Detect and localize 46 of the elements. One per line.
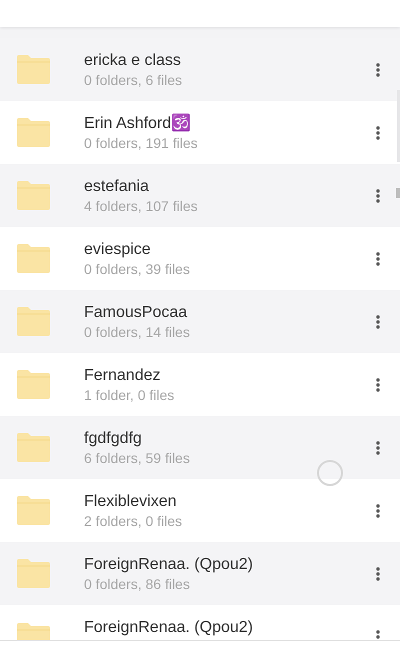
more-icon [376,314,380,328]
folder-name: ForeignRenaa. (Qpou2) [84,554,254,574]
folder-name: Erin Ashford🕉 [84,114,192,134]
folder-icon [17,559,50,588]
folder-name: fgdfgdfg [84,428,143,448]
folder-details: 0 folders, 191 files [84,134,199,152]
more-icon [376,504,380,518]
folder-name: estefania [84,176,150,196]
folder-details: 2 folders, 0 files [84,512,184,530]
folder-icon [17,181,50,210]
more-icon [376,62,380,76]
more-icon [376,126,380,140]
folder-row[interactable]: ForeignRenaa. (Qpou2) [0,605,400,640]
folder-icon [17,307,50,336]
folder-icon [17,370,50,399]
folder-details: 0 folders, 86 files [84,574,191,592]
folder-name: eviespice [84,240,152,260]
folder-row[interactable]: Fernandez 1 folder, 0 files [0,353,400,416]
folder-details: 6 folders, 59 files [84,448,191,466]
folder-row[interactable]: Flexiblevixen 2 folders, 0 files [0,479,400,542]
folder-details: 0 folders, 14 files [84,322,191,340]
folder-icon [17,244,50,273]
folder-details: 0 folders, 6 files [84,70,184,88]
folder-row[interactable]: eviespice 0 folders, 39 files [0,227,400,290]
folder-name: Flexiblevixen [84,492,178,512]
more-icon [376,378,380,392]
scroll-thumb [396,188,400,198]
more-icon [376,566,380,580]
folder-name: Fernandez [84,366,162,386]
folder-icon [17,55,50,84]
folder-name: ericka e class [84,50,182,70]
folder-name: FamousPocaa [84,302,188,322]
folder-icon [17,496,50,525]
folder-details: 0 folders, 39 files [84,260,191,278]
more-icon [376,630,380,639]
touch-indicator [317,460,343,486]
folder-name: ForeignRenaa. (Qpou2) [84,618,254,638]
more-icon [376,440,380,454]
folder-icon [17,623,50,640]
more-icon [376,188,380,202]
folder-icon [17,118,50,147]
folder-row[interactable]: Erin Ashford🕉 0 folders, 191 files [0,101,400,164]
folder-icon [17,433,50,462]
folder-details: 1 folder, 0 files [84,386,176,404]
folder-details: 4 folders, 107 files [84,196,199,214]
more-icon [376,252,380,266]
